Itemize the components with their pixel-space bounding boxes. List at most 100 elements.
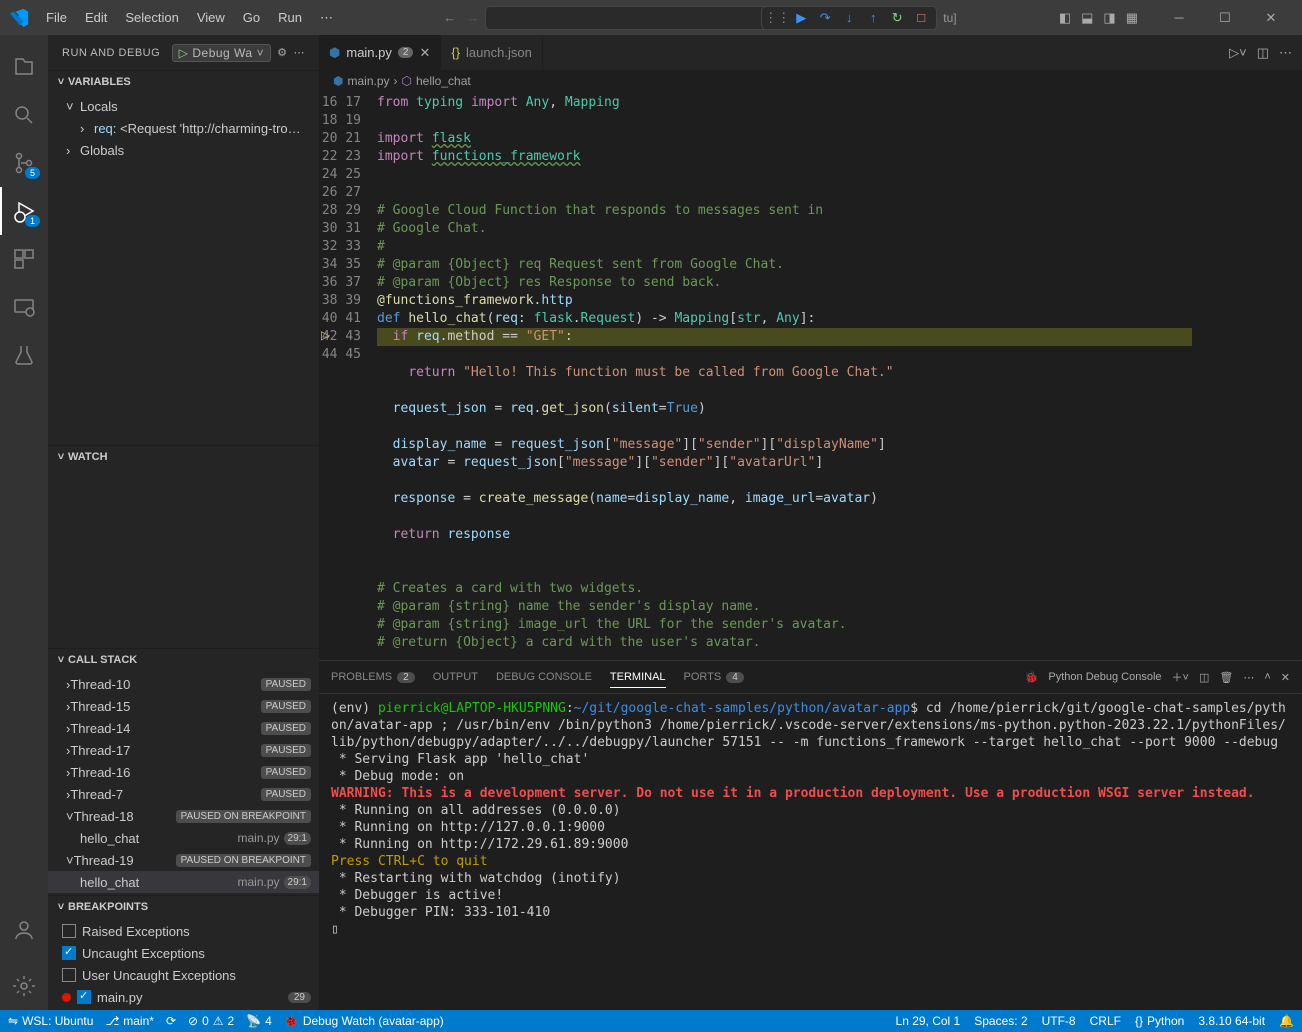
close-panel-icon[interactable]: ✕ xyxy=(1281,671,1290,684)
thread-row[interactable]: ›Thread-16PAUSED xyxy=(48,761,319,783)
bp-user-uncaught[interactable]: User Uncaught Exceptions xyxy=(48,964,319,986)
bp-raised-exceptions[interactable]: Raised Exceptions xyxy=(48,920,319,942)
language-mode[interactable]: {}Python xyxy=(1135,1014,1184,1028)
python-version[interactable]: 3.8.10 64-bit xyxy=(1198,1014,1265,1028)
sync-icon[interactable]: ⟳ xyxy=(166,1014,176,1028)
thread-row[interactable]: ›Thread-14PAUSED xyxy=(48,717,319,739)
settings-icon[interactable] xyxy=(0,962,48,1010)
step-into-icon[interactable]: ↓ xyxy=(840,9,858,27)
layout-bottom-icon[interactable]: ⬓ xyxy=(1081,10,1093,26)
tab-output[interactable]: OUTPUT xyxy=(433,667,478,687)
cursor-position[interactable]: Ln 29, Col 1 xyxy=(896,1014,961,1028)
stack-frame[interactable]: hello_chatmain.py29:1 xyxy=(48,827,319,849)
minimap[interactable] xyxy=(1192,92,1302,660)
git-branch[interactable]: ⎇main* xyxy=(105,1014,154,1028)
code-content[interactable]: from typing import Any, Mapping import f… xyxy=(377,92,1192,660)
indentation[interactable]: Spaces: 2 xyxy=(974,1014,1027,1028)
restart-icon[interactable]: ↻ xyxy=(888,9,906,27)
variables-header[interactable]: ˅VARIABLES xyxy=(48,71,319,93)
nav-fwd-icon[interactable]: → xyxy=(466,10,479,25)
breakpoint-marker-icon[interactable]: ▷ xyxy=(321,328,330,342)
extensions-icon[interactable] xyxy=(0,235,48,283)
start-debug-button[interactable]: ▷Debug Wa˅ xyxy=(172,44,272,62)
checkbox[interactable] xyxy=(62,924,76,938)
status-bar: ⇋WSL: Ubuntu ⎇main* ⟳ ⊘0⚠2 📡4 🐞Debug Wat… xyxy=(0,1010,1302,1032)
terminal-name[interactable]: Python Debug Console xyxy=(1048,671,1161,683)
line-gutter[interactable]: 16 17 18 19 20 21 22 23 24 25 26 27 28 2… xyxy=(319,92,377,660)
maximize-panel-icon[interactable]: ˄ xyxy=(1264,671,1270,683)
thread-row[interactable]: ›Thread-7PAUSED xyxy=(48,783,319,805)
accounts-icon[interactable] xyxy=(0,906,48,954)
thread-row[interactable]: ˅Thread-19PAUSED ON BREAKPOINT xyxy=(48,849,319,871)
scope-locals[interactable]: ˅Locals xyxy=(48,95,319,117)
step-over-icon[interactable]: ↷ xyxy=(816,9,834,27)
drag-handle-icon[interactable]: ⋮⋮ xyxy=(768,9,786,27)
menu-file[interactable]: File xyxy=(38,6,75,30)
kill-terminal-icon[interactable]: 🗑 xyxy=(1219,671,1233,684)
tab-debug-console[interactable]: DEBUG CONSOLE xyxy=(496,667,592,687)
minimize-button[interactable]: ─ xyxy=(1156,0,1202,35)
menu-go[interactable]: Go xyxy=(235,6,268,30)
debug-more-icon[interactable]: ⋯ xyxy=(294,46,306,59)
checkbox[interactable] xyxy=(62,946,76,960)
run-file-icon[interactable]: ▷˅ xyxy=(1229,45,1247,61)
debug-status[interactable]: 🐞Debug Watch (avatar-app) xyxy=(284,1014,444,1028)
layout-right-icon[interactable]: ◨ xyxy=(1103,10,1115,26)
notifications-icon[interactable]: 🔔 xyxy=(1279,1014,1294,1028)
tab-main-py[interactable]: ⬢ main.py 2 ✕ xyxy=(319,35,441,70)
stack-frame-active[interactable]: hello_chatmain.py29:1 xyxy=(48,871,319,893)
maximize-button[interactable]: ☐ xyxy=(1202,0,1248,35)
tab-ports[interactable]: PORTS4 xyxy=(684,667,744,687)
variable-req[interactable]: ›req: <Request 'http://charming-tro… xyxy=(48,117,319,139)
close-window-button[interactable]: ✕ xyxy=(1248,0,1294,35)
source-control-icon[interactable]: 5 xyxy=(0,139,48,187)
menu-selection[interactable]: Selection xyxy=(117,6,186,30)
thread-row[interactable]: ›Thread-10PAUSED xyxy=(48,673,319,695)
layout-grid-icon[interactable]: ▦ xyxy=(1126,10,1138,26)
breakpoints-header[interactable]: ˅BREAKPOINTS xyxy=(48,896,319,918)
bp-uncaught-exceptions[interactable]: Uncaught Exceptions xyxy=(48,942,319,964)
watch-header[interactable]: ˅WATCH xyxy=(48,446,319,468)
search-icon[interactable] xyxy=(0,91,48,139)
explorer-icon[interactable] xyxy=(0,43,48,91)
checkbox[interactable] xyxy=(62,968,76,982)
thread-row[interactable]: ›Thread-15PAUSED xyxy=(48,695,319,717)
split-terminal-icon[interactable]: ◫ xyxy=(1199,671,1209,684)
bp-file[interactable]: main.py29 xyxy=(48,986,319,1008)
split-editor-icon[interactable]: ◫ xyxy=(1257,45,1269,61)
continue-icon[interactable]: ▶ xyxy=(792,9,810,27)
checkbox[interactable] xyxy=(77,990,91,1004)
step-out-icon[interactable]: ↑ xyxy=(864,9,882,27)
debug-settings-icon[interactable]: ⚙ xyxy=(277,46,287,59)
close-tab-icon[interactable]: ✕ xyxy=(419,45,430,61)
encoding[interactable]: UTF-8 xyxy=(1042,1014,1076,1028)
port-status[interactable]: 📡4 xyxy=(246,1014,272,1028)
nav-back-icon[interactable]: ← xyxy=(443,10,456,25)
tab-more-icon[interactable]: ⋯ xyxy=(1279,45,1292,61)
problems-status[interactable]: ⊘0⚠2 xyxy=(188,1014,234,1028)
command-center[interactable] xyxy=(485,6,775,30)
panel-more-icon[interactable]: ⋯ xyxy=(1243,671,1254,684)
menu-run[interactable]: Run xyxy=(270,6,310,30)
eol[interactable]: CRLF xyxy=(1090,1014,1121,1028)
remote-explorer-icon[interactable] xyxy=(0,283,48,331)
run-debug-icon[interactable]: 1 xyxy=(0,187,48,235)
code-editor[interactable]: ▷ 16 17 18 19 20 21 22 23 24 25 26 27 28… xyxy=(319,92,1302,660)
layout-left-icon[interactable]: ◧ xyxy=(1059,10,1071,26)
breadcrumb[interactable]: ⬢ main.py› ⬡ hello_chat xyxy=(319,70,1302,92)
scope-globals[interactable]: ›Globals xyxy=(48,139,319,161)
terminal-output[interactable]: (env) pierrick@LAPTOP-HKU5PNNG:~/git/goo… xyxy=(319,694,1302,1010)
thread-row[interactable]: ›Thread-17PAUSED xyxy=(48,739,319,761)
testing-icon[interactable] xyxy=(0,331,48,379)
callstack-header[interactable]: ˅CALL STACK xyxy=(48,649,319,671)
remote-indicator[interactable]: ⇋WSL: Ubuntu xyxy=(8,1014,93,1028)
thread-row[interactable]: ˅Thread-18PAUSED ON BREAKPOINT xyxy=(48,805,319,827)
tab-problems[interactable]: PROBLEMS2 xyxy=(331,667,415,687)
menu-more[interactable]: ⋯ xyxy=(312,6,341,30)
tab-launch-json[interactable]: {} launch.json xyxy=(441,35,542,70)
menu-edit[interactable]: Edit xyxy=(77,6,115,30)
new-terminal-icon[interactable]: ＋˅ xyxy=(1172,669,1189,685)
menu-view[interactable]: View xyxy=(189,6,233,30)
tab-terminal[interactable]: TERMINAL xyxy=(610,667,666,688)
stop-icon[interactable]: □ xyxy=(912,9,930,27)
